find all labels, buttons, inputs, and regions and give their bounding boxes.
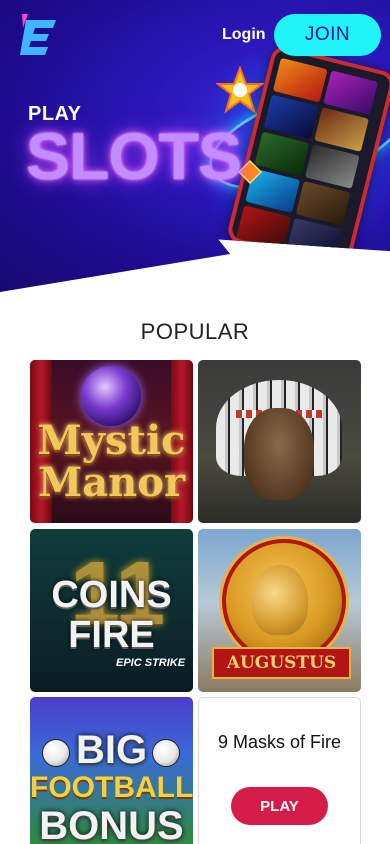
play-button[interactable]: PLAY — [231, 787, 328, 825]
epic-strike-badge: EPIC STRIKE — [116, 657, 186, 669]
game-title: BIG FOOTBALL BONUS — [30, 728, 193, 844]
hero-slots-text: SLOTS — [26, 119, 242, 193]
emperor-head-art — [252, 565, 308, 635]
game-title: 9 Masks of Fire — [217, 732, 342, 752]
game-card-big-football-bonus[interactable]: BIG FOOTBALL BONUS — [30, 697, 193, 844]
hero-banner: Login JOIN PLAY SLOTS — [0, 0, 390, 292]
game-card-coins-of-fire[interactable]: 11 COINS FIRE EPIC STRIKE — [30, 529, 193, 692]
gem-icon — [238, 160, 262, 184]
chief-face-art — [244, 408, 314, 500]
e-logo-icon[interactable] — [16, 14, 62, 60]
game-title: Mystic Manor — [37, 417, 186, 506]
star-icon — [216, 66, 264, 114]
game-title: AUGUSTUS — [212, 647, 351, 679]
popular-heading: POPULAR — [140, 319, 250, 344]
game-card-augustus[interactable]: AUGUSTUS — [198, 529, 361, 692]
game-card-mystic-manor[interactable]: Mystic Manor — [30, 360, 193, 523]
game-title: COINS FIRE — [51, 574, 172, 656]
game-card-9-masks-of-fire[interactable]: 9 Masks of Fire PLAY — [198, 697, 361, 844]
game-card-chief[interactable] — [198, 360, 361, 523]
login-link[interactable]: Login — [222, 26, 266, 44]
join-button[interactable]: JOIN — [274, 14, 381, 56]
